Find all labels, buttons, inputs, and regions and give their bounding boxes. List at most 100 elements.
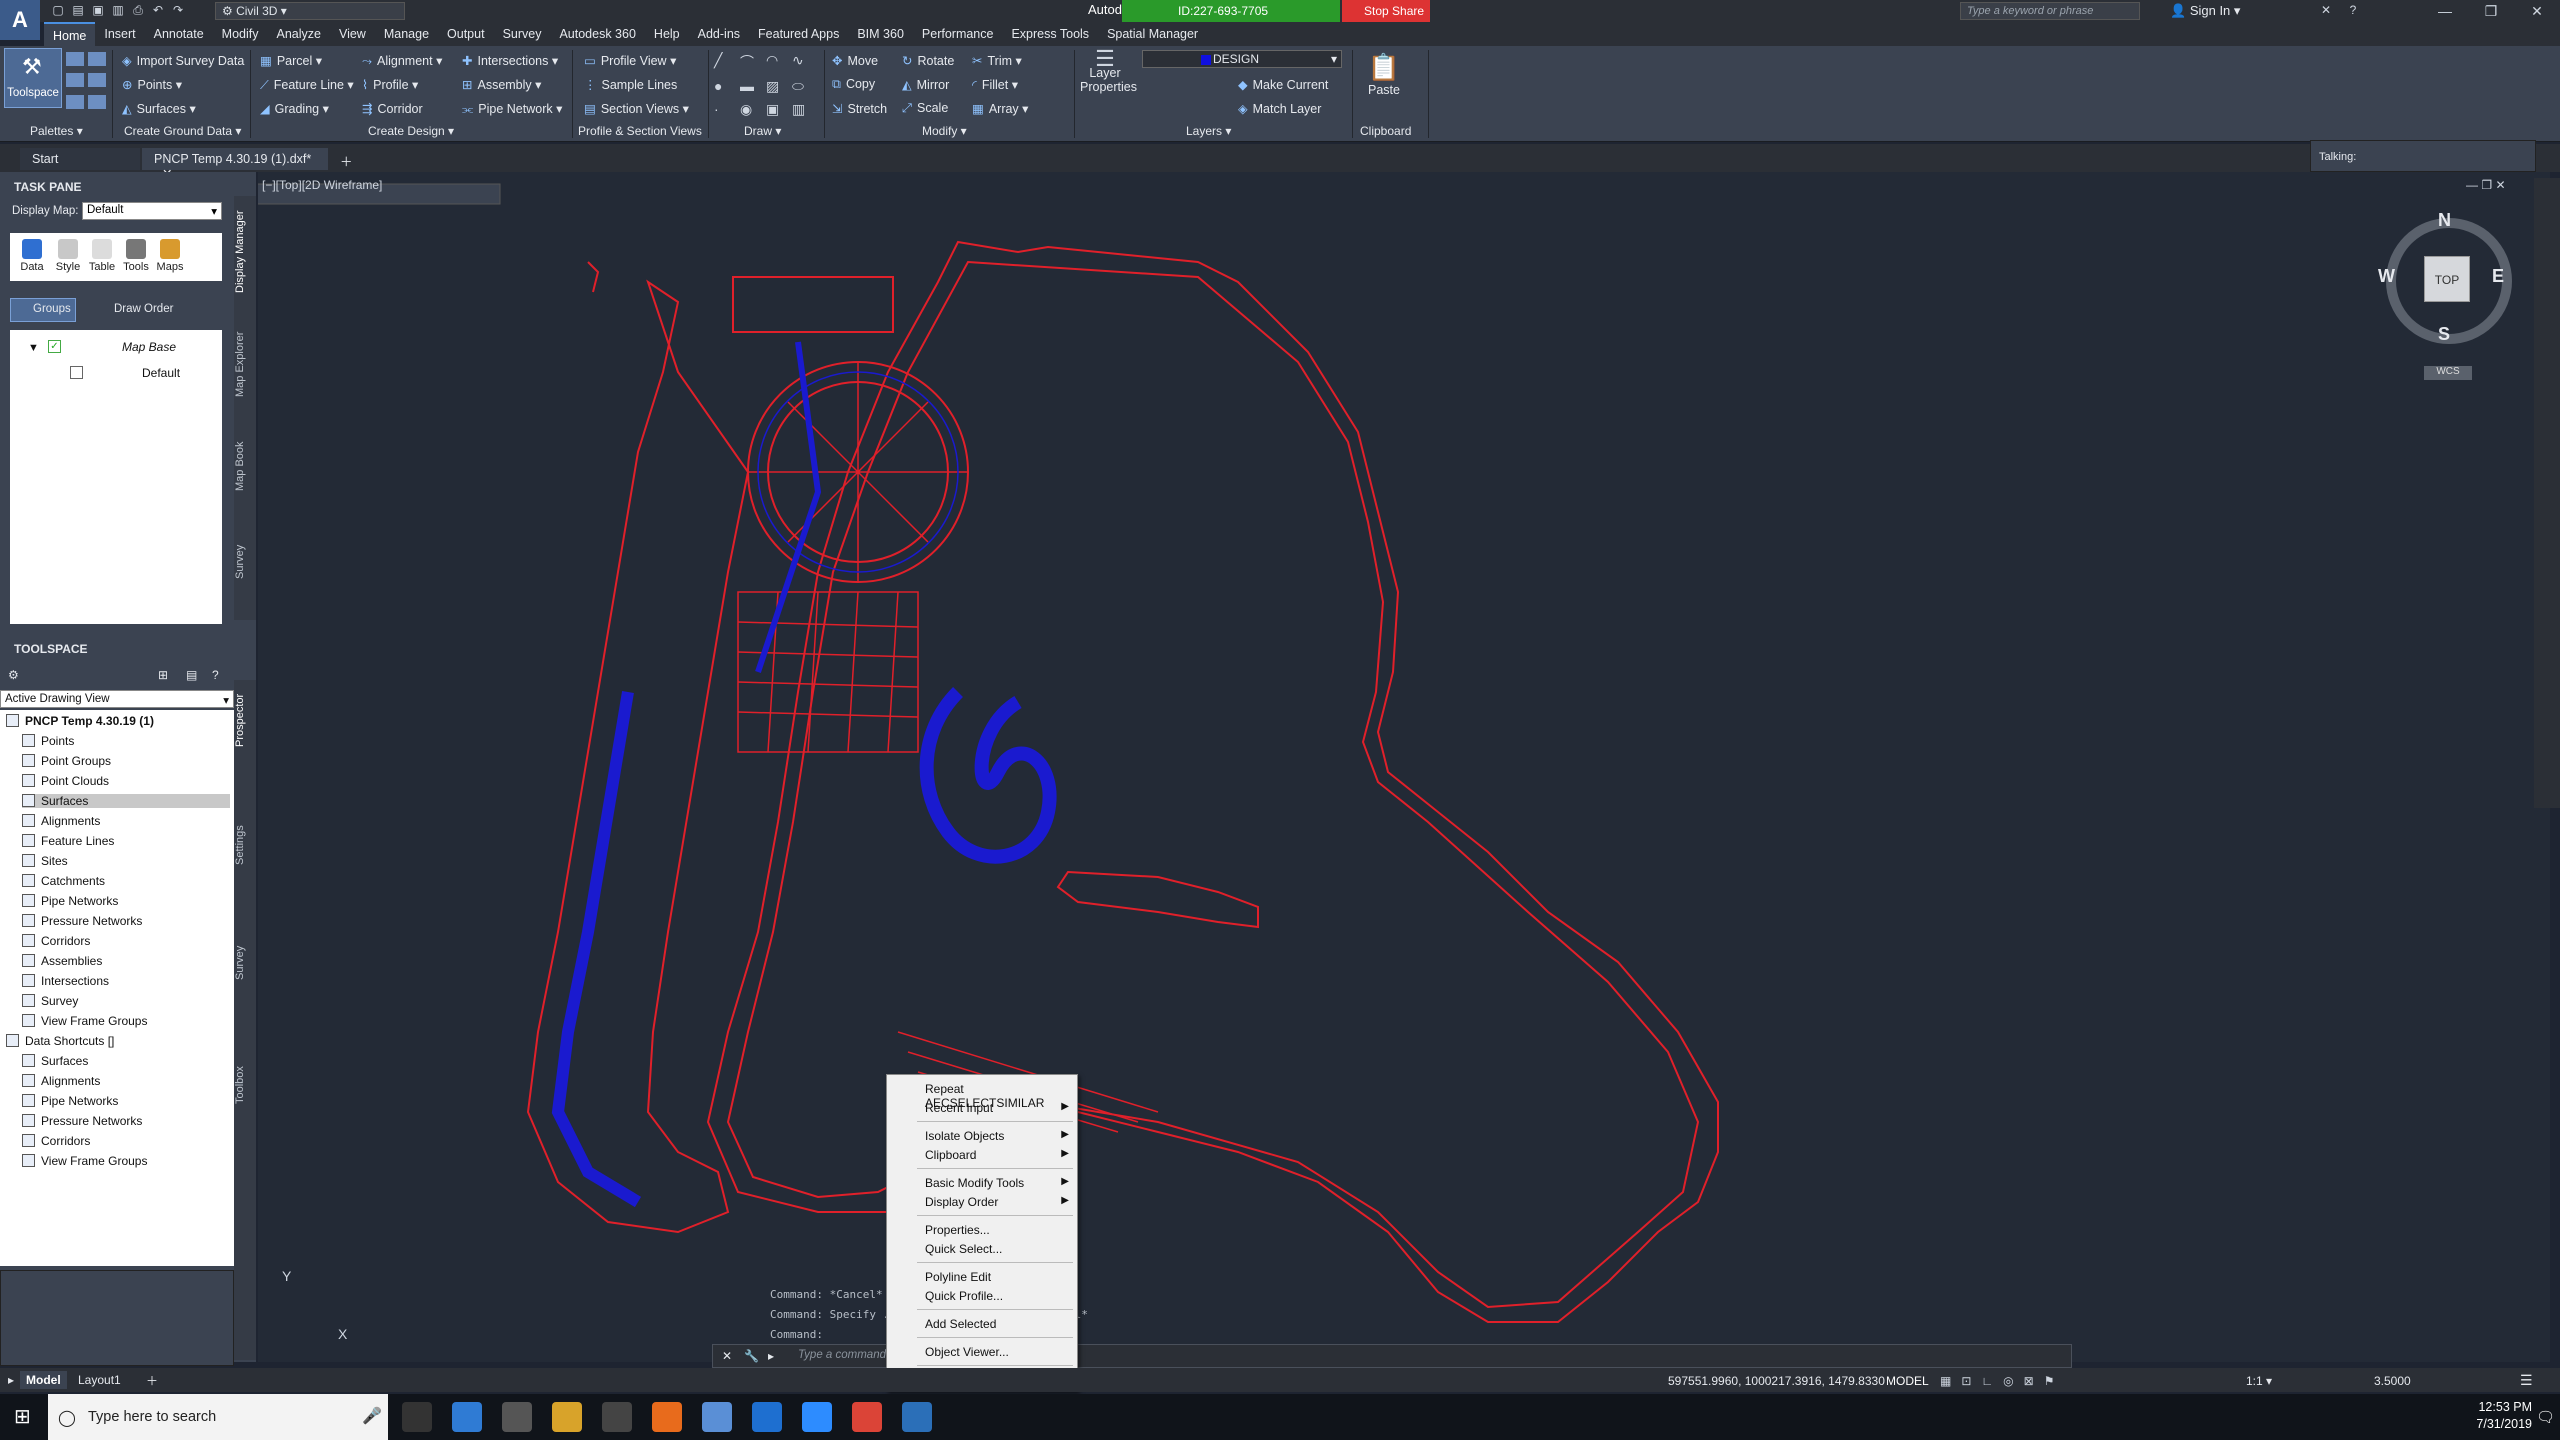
help-icon[interactable]: ? xyxy=(2345,3,2361,19)
exchange-icon[interactable]: ✕ xyxy=(2318,3,2334,19)
file-explorer-icon[interactable] xyxy=(552,1402,582,1432)
intersections-button[interactable]: ✚ Intersections ▾ xyxy=(462,53,558,68)
context-menu-item[interactable]: Add Selected xyxy=(887,1314,1077,1333)
alignment-button[interactable]: ⤳ Alignment ▾ xyxy=(362,53,442,69)
tp-data-button[interactable]: Data xyxy=(14,239,50,273)
paste-button[interactable]: 📋 Paste xyxy=(1360,52,1408,97)
drawing-canvas[interactable] xyxy=(258,172,2550,1362)
prospector-item[interactable]: Corridors xyxy=(22,934,230,948)
new-tab-icon[interactable]: ＋ xyxy=(334,148,358,170)
parcel-button[interactable]: ▦ Parcel ▾ xyxy=(260,53,322,68)
groups-button[interactable]: Groups xyxy=(10,298,76,322)
assembly-button[interactable]: ⊞ Assembly ▾ xyxy=(462,77,541,92)
point-icon[interactable]: · xyxy=(714,101,736,118)
hatch-icon[interactable]: ▨ xyxy=(766,78,788,95)
vtab-settings[interactable]: Settings xyxy=(234,810,256,880)
tab-model[interactable]: Model xyxy=(20,1371,67,1389)
prospector-item[interactable]: View Frame Groups xyxy=(22,1014,230,1028)
doc-tab-start[interactable]: Start xyxy=(20,148,140,170)
palette-icon[interactable] xyxy=(88,94,106,109)
command-input[interactable]: Type a command xyxy=(798,1349,886,1361)
palette-icon[interactable] xyxy=(88,73,106,88)
panel-draw[interactable]: Draw ▾ xyxy=(744,124,781,138)
taskbar-search[interactable]: Type here to search xyxy=(48,1394,388,1440)
panel-profile-section[interactable]: Profile & Section Views xyxy=(578,124,702,138)
tab-manage[interactable]: Manage xyxy=(375,27,438,41)
restore-icon[interactable]: ❐ xyxy=(2468,0,2514,22)
tab-annotate[interactable]: Annotate xyxy=(145,27,213,41)
palette-icon[interactable] xyxy=(88,52,106,66)
tab-home[interactable]: Home xyxy=(44,22,96,46)
panel-layers[interactable]: Layers ▾ xyxy=(1186,124,1231,138)
match-layer-button[interactable]: ◈ Match Layer xyxy=(1238,101,1321,116)
display-map-select[interactable]: Default ▾ xyxy=(82,202,222,220)
rotate-button[interactable]: ↻ Rotate xyxy=(902,53,954,68)
context-menu-item[interactable]: Recent Input ▶ xyxy=(887,1098,1077,1117)
edge-icon[interactable] xyxy=(752,1402,782,1432)
vtab-map-book[interactable]: Map Book xyxy=(234,426,256,506)
tab-analyze[interactable]: Analyze xyxy=(267,27,329,41)
navigation-bar[interactable] xyxy=(2534,178,2560,808)
toolspace-help-icon[interactable]: ? xyxy=(212,668,219,682)
tp-maps-button[interactable]: Maps xyxy=(152,239,188,273)
wcs-menu[interactable]: WCS xyxy=(2424,366,2472,380)
palette-icon[interactable] xyxy=(66,52,84,66)
collapse-icon[interactable]: ▼ xyxy=(28,342,39,354)
compass-s[interactable]: S xyxy=(2438,324,2450,345)
viewport-min-icon[interactable]: — xyxy=(2466,178,2478,192)
circle-icon[interactable]: ● xyxy=(714,78,736,95)
prospector-item[interactable]: Feature Lines xyxy=(22,834,230,848)
corridor-button[interactable]: ⇶ Corridor xyxy=(362,101,423,116)
prospector-item[interactable]: Data Shortcuts [] xyxy=(6,1034,230,1048)
section-views-button[interactable]: ▤ Section Views ▾ xyxy=(584,101,689,116)
stop-share-button[interactable]: Stop Share xyxy=(1342,0,1430,22)
prospector-item[interactable]: Corridors xyxy=(22,1134,230,1148)
palette-icon[interactable] xyxy=(66,94,84,109)
tab-spatial-manager[interactable]: Spatial Manager xyxy=(1098,27,1207,41)
gradient-icon[interactable]: ▥ xyxy=(792,101,814,118)
prospector-item[interactable]: Intersections xyxy=(22,974,230,988)
prospector-item[interactable]: Points xyxy=(22,734,230,748)
context-menu-item[interactable]: Polyline Edit xyxy=(887,1267,1077,1286)
app-menu-button[interactable]: A xyxy=(0,0,40,40)
copy-button[interactable]: ⧉ Copy xyxy=(832,77,875,92)
points-button[interactable]: ⊕ Points ▾ xyxy=(122,77,182,92)
prospector-item[interactable]: Alignments xyxy=(22,814,230,828)
prospector-item[interactable]: Alignments xyxy=(22,1074,230,1088)
windows-start-icon[interactable]: ⊞ xyxy=(14,1404,31,1429)
cmd-customize-icon[interactable]: 🔧 xyxy=(744,1349,759,1363)
zoom-icon[interactable] xyxy=(802,1402,832,1432)
tp-table-button[interactable]: Table xyxy=(84,239,120,273)
prospector-item[interactable]: Pressure Networks xyxy=(22,914,230,928)
compass-w[interactable]: W xyxy=(2378,266,2395,287)
annotation-scale[interactable]: 1:1 ▾ xyxy=(2246,1374,2272,1388)
snap-icon[interactable]: ⊡ xyxy=(1961,1374,1981,1388)
tab-view[interactable]: View xyxy=(330,27,375,41)
compass-n[interactable]: N xyxy=(2438,210,2451,231)
profile-button[interactable]: ⌇ Profile ▾ xyxy=(362,77,418,92)
sign-in-button[interactable]: 👤 Sign In ▾ xyxy=(2170,3,2240,19)
viewcube-top[interactable]: TOP xyxy=(2424,256,2470,302)
sample-lines-button[interactable]: ⋮ Sample Lines xyxy=(584,77,677,92)
firefox-icon[interactable] xyxy=(652,1402,682,1432)
layer-properties-button[interactable]: ☰ Layer Properties xyxy=(1080,48,1137,95)
pipe-network-button[interactable]: ⫘ Pipe Network ▾ xyxy=(462,101,562,117)
draw-order-button[interactable]: Draw Order xyxy=(90,303,173,315)
make-current-button[interactable]: ◆ Make Current xyxy=(1238,77,1328,92)
workspace-dropdown[interactable]: ⚙ Civil 3D ▾ xyxy=(215,2,405,20)
viewport-label[interactable]: [−][Top][2D Wireframe] xyxy=(262,178,382,192)
context-menu-item[interactable]: Basic Modify Tools ▶ xyxy=(887,1173,1077,1192)
prospector-item[interactable]: Pipe Networks xyxy=(22,1094,230,1108)
redo-icon[interactable]: ↷ xyxy=(170,3,186,19)
scale-button[interactable]: ⤢ Scale xyxy=(902,101,948,116)
prospector-item[interactable]: Surfaces xyxy=(22,794,230,808)
minimize-icon[interactable]: — xyxy=(2422,0,2468,22)
array-button[interactable]: ▦ Array ▾ xyxy=(972,101,1028,116)
tp-tools-button[interactable]: Tools xyxy=(118,239,154,273)
mail-icon[interactable] xyxy=(502,1402,532,1432)
prospector-item[interactable]: Point Clouds xyxy=(22,774,230,788)
tab-insert[interactable]: Insert xyxy=(95,27,144,41)
ortho-icon[interactable]: ∟ xyxy=(1981,1374,2003,1388)
panel-modify[interactable]: Modify ▾ xyxy=(922,124,967,138)
tab-autodesk360[interactable]: Autodesk 360 xyxy=(550,27,644,41)
